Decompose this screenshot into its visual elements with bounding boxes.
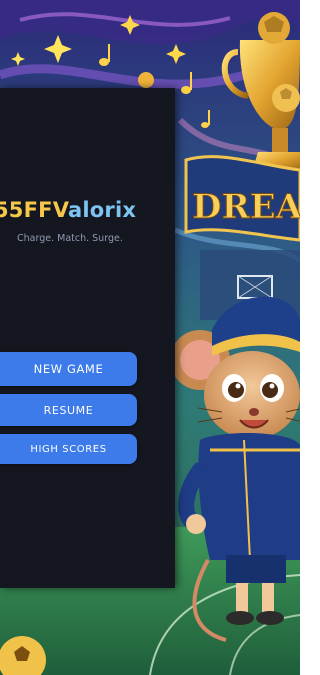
main-menu-panel: 55FFValorix Charge. Match. Surge. NEW GA… bbox=[0, 88, 175, 588]
high-scores-button[interactable]: HIGH SCORES bbox=[0, 434, 137, 464]
game-screen: DREAM bbox=[0, 0, 300, 675]
game-tagline: Charge. Match. Surge. bbox=[17, 233, 123, 244]
game-title-tail: alorix bbox=[68, 198, 137, 222]
game-title: 55FFValorix bbox=[0, 198, 136, 222]
resume-button[interactable]: RESUME bbox=[0, 394, 137, 426]
svg-text:DREAM: DREAM bbox=[192, 187, 300, 227]
game-title-main: 55FFV bbox=[0, 198, 69, 222]
new-game-button[interactable]: NEW GAME bbox=[0, 352, 137, 386]
